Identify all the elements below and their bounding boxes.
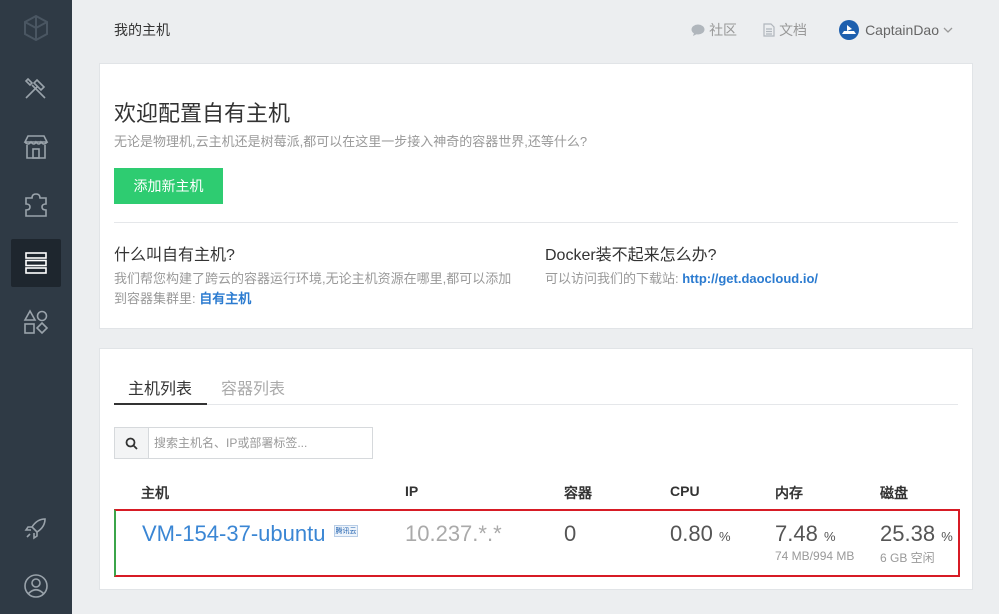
welcome-panel: 欢迎配置自有主机 无论是物理机,云主机还是树莓派,都可以在这里一步接入神奇的容器… xyxy=(99,63,973,329)
top-links: 社区 文档 CaptainDao xyxy=(665,20,953,40)
disk-detail: 6 GB 空闲 xyxy=(880,551,935,565)
document-icon xyxy=(763,23,775,37)
user-menu[interactable]: CaptainDao xyxy=(839,20,953,40)
cpu-value: 0.80 xyxy=(670,521,713,546)
host-name-link[interactable]: VM-154-37-ubuntu xyxy=(142,521,328,547)
column-header-ip: IP xyxy=(405,483,419,499)
docs-label: 文档 xyxy=(779,22,808,38)
search-icon[interactable] xyxy=(115,428,149,458)
host-memory: 7.48 % xyxy=(775,521,836,547)
cloud-provider-badge: 腾讯云 xyxy=(334,525,358,537)
search-box xyxy=(114,427,373,459)
logo-icon[interactable] xyxy=(11,4,61,52)
shapes-icon[interactable] xyxy=(11,298,61,346)
faq-answer-own-host: 我们帮您构建了跨云的容器运行环境,无论主机资源在哪里,都可以添加 到容器集群里:… xyxy=(114,269,534,309)
community-link[interactable]: 社区 xyxy=(691,20,737,40)
host-cpu: 0.80 % xyxy=(670,521,731,547)
server-icon[interactable] xyxy=(11,239,61,287)
column-header-containers: 容器 xyxy=(564,485,592,501)
avatar xyxy=(839,20,860,40)
memory-value: 7.48 xyxy=(775,521,818,546)
tools-icon[interactable] xyxy=(11,64,61,112)
store-icon[interactable] xyxy=(11,123,61,171)
user-icon[interactable] xyxy=(11,562,61,610)
community-label: 社区 xyxy=(709,22,738,38)
memory-detail: 74 MB/994 MB xyxy=(775,549,855,563)
top-bar: 我的主机 社区 文档 CaptainDao xyxy=(72,0,999,62)
disk-value: 25.38 xyxy=(880,521,936,546)
docs-link[interactable]: 文档 xyxy=(763,20,807,40)
table-row[interactable]: VM-154-37-ubuntu 腾讯云 10.237.*.* 0 0.80 %… xyxy=(114,509,960,577)
tab-bar: 主机列表 容器列表 xyxy=(114,371,958,405)
cpu-unit: % xyxy=(718,529,731,544)
download-link[interactable]: http://get.daocloud.io/ xyxy=(682,271,818,286)
sidebar xyxy=(0,0,72,614)
rocket-icon[interactable] xyxy=(11,504,61,552)
memory-unit: % xyxy=(823,529,836,544)
chevron-down-icon xyxy=(943,27,953,33)
faq-answer-text: 可以访问我们的下载站: xyxy=(545,271,683,286)
host-ip: 10.237.*.* xyxy=(405,521,502,546)
welcome-title: 欢迎配置自有主机 xyxy=(114,101,291,126)
page-title: 我的主机 xyxy=(114,22,170,38)
disk-unit: % xyxy=(941,529,953,544)
faq-answer-line: 我们帮您构建了跨云的容器运行环境,无论主机资源在哪里,都可以添加 xyxy=(114,271,512,286)
welcome-subtitle: 无论是物理机,云主机还是树莓派,都可以在这里一步接入神奇的容器世界,还等什么? xyxy=(114,134,588,149)
host-disk: 25.38 % xyxy=(880,521,953,547)
puzzle-icon[interactable] xyxy=(11,181,61,229)
hosts-panel: 主机列表 容器列表 主机 IP 容器 CPU 内存 磁盘 VM-154-37-u… xyxy=(99,348,973,590)
faq-answer-text: 到容器集群里: xyxy=(114,291,200,306)
divider xyxy=(114,222,958,223)
search-input[interactable] xyxy=(149,428,372,458)
add-host-button[interactable]: 添加新主机 xyxy=(114,168,223,204)
column-header-host: 主机 xyxy=(141,485,169,501)
faq-question-docker: Docker装不起来怎么办? xyxy=(545,247,717,264)
tab-container-list[interactable]: 容器列表 xyxy=(221,375,285,405)
chat-icon xyxy=(691,24,705,36)
faq-answer-line: 到容器集群里: 自有主机 xyxy=(114,289,534,309)
tab-host-list[interactable]: 主机列表 xyxy=(114,375,207,405)
own-host-link[interactable]: 自有主机 xyxy=(199,291,251,306)
faq-answer-docker: 可以访问我们的下载站: http://get.daocloud.io/ xyxy=(545,269,818,289)
faq-question-own-host: 什么叫自有主机? xyxy=(114,247,235,264)
host-containers: 0 xyxy=(564,521,577,546)
username: CaptainDao xyxy=(865,22,939,38)
column-header-cpu: CPU xyxy=(670,483,700,499)
column-header-disk: 磁盘 xyxy=(880,485,908,501)
column-header-memory: 内存 xyxy=(775,485,803,501)
